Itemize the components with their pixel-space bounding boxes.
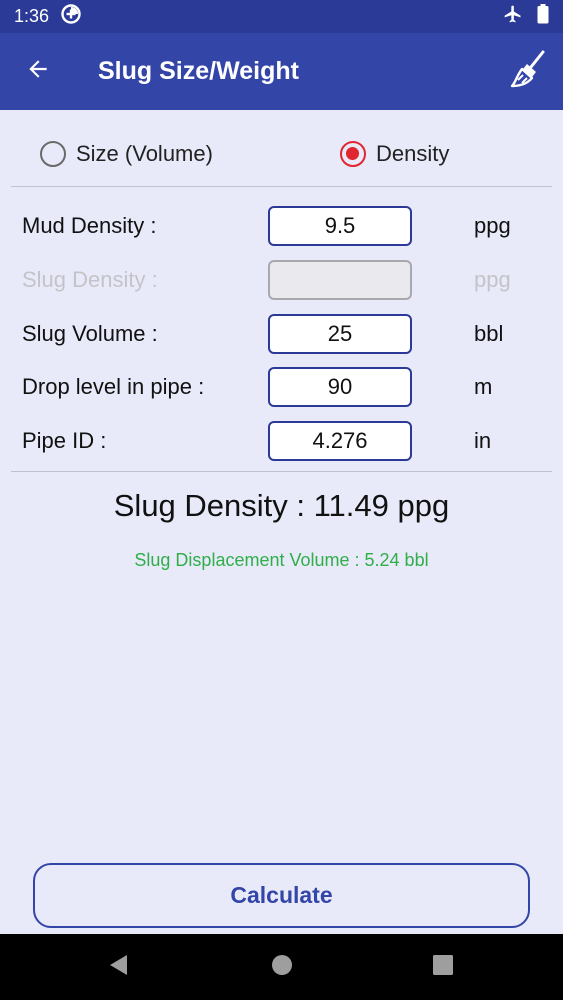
mud-density-unit: ppg (474, 213, 511, 238)
nav-recents-button[interactable] (413, 934, 473, 1000)
pipe-id-label: Pipe ID : (22, 428, 107, 453)
battery-icon (537, 4, 549, 29)
back-arrow-icon (25, 56, 51, 87)
slug-volume-input[interactable] (268, 314, 412, 354)
radio-size-volume[interactable]: Size (Volume) (40, 128, 213, 180)
slug-volume-row: Slug Volume : bbl (0, 314, 563, 354)
pipe-id-unit: in (474, 428, 492, 453)
divider (11, 471, 552, 472)
radio-label: Size (Volume) (76, 141, 213, 166)
airplane-mode-icon (503, 4, 523, 29)
drop-level-unit: m (474, 374, 493, 399)
mode-selector: Size (Volume) Density (0, 128, 563, 180)
app-bar: Slug Size/Weight (0, 33, 563, 110)
slug-density-row: Slug Density : ppg (0, 260, 563, 300)
broom-icon (510, 50, 546, 93)
calculate-button[interactable]: Calculate (33, 863, 530, 928)
drop-level-label: Drop level in pipe : (22, 374, 205, 399)
nav-back-icon (107, 953, 129, 982)
nav-home-button[interactable] (252, 934, 312, 1000)
result-displacement-volume: Slug Displacement Volume : 5.24 bbl (134, 550, 429, 570)
slug-volume-unit: bbl (474, 321, 504, 346)
radio-label: Density (376, 141, 450, 166)
divider (11, 186, 552, 187)
radio-density[interactable]: Density (340, 128, 449, 180)
mud-density-label: Mud Density : (22, 213, 157, 238)
nav-recents-icon (433, 954, 453, 980)
drop-level-input[interactable] (268, 367, 412, 407)
pipe-id-input[interactable] (268, 421, 412, 461)
result-slug-density: Slug Density : 11.49 ppg (113, 488, 450, 523)
mud-density-row: Mud Density : ppg (0, 206, 563, 246)
system-nav-bar (0, 934, 563, 1000)
data-saver-icon (61, 4, 81, 29)
pipe-id-row: Pipe ID : in (0, 421, 563, 461)
back-button[interactable] (0, 33, 76, 110)
slug-density-input (268, 260, 412, 300)
nav-back-button[interactable] (88, 934, 148, 1000)
slug-volume-label: Slug Volume : (22, 321, 158, 346)
page-title: Slug Size/Weight (98, 57, 299, 85)
radio-unchecked-icon (40, 141, 66, 167)
clear-button[interactable] (493, 33, 563, 110)
slug-density-unit: ppg (474, 267, 511, 292)
drop-level-row: Drop level in pipe : m (0, 367, 563, 407)
radio-checked-icon (340, 141, 366, 167)
nav-home-icon (271, 954, 293, 981)
slug-density-label: Slug Density : (22, 267, 158, 292)
status-time: 1:36 (14, 6, 50, 26)
mud-density-input[interactable] (268, 206, 412, 246)
status-bar: 1:36 (0, 0, 563, 33)
